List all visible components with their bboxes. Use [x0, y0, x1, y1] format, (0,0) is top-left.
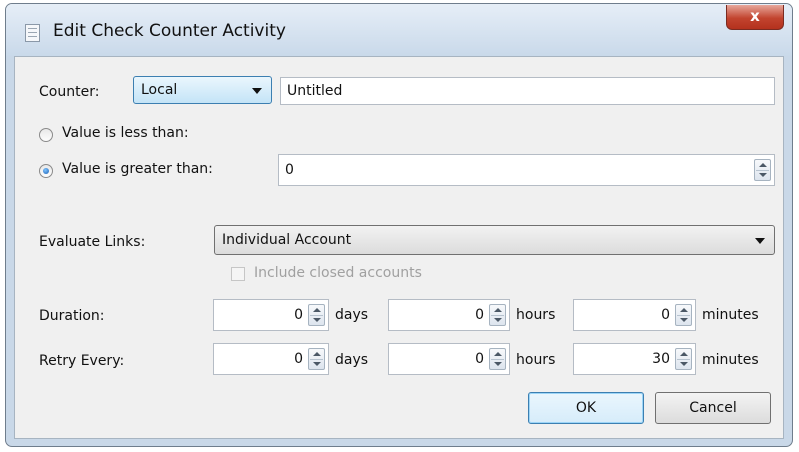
duration-hours-value: 0	[475, 307, 484, 323]
dialog-window: Edit Check Counter Activity x Counter: L…	[5, 3, 793, 447]
chevron-down-icon	[755, 238, 765, 244]
retry-every-label: Retry Every:	[39, 353, 125, 369]
evaluate-links-label: Evaluate Links:	[39, 234, 146, 250]
spinner-icon[interactable]	[308, 348, 325, 370]
include-closed-accounts-checkbox[interactable]	[231, 267, 245, 281]
evaluate-links-dropdown[interactable]: Individual Account	[214, 225, 775, 255]
retry-hours-unit: hours	[516, 352, 556, 368]
ok-button[interactable]: OK	[528, 392, 644, 424]
include-closed-accounts-label: Include closed accounts	[254, 265, 422, 281]
evaluate-links-value: Individual Account	[222, 232, 352, 248]
retry-days-value: 0	[294, 351, 303, 367]
dialog-body: Counter: Local Untitled Value is less th…	[14, 56, 784, 439]
threshold-value: 0	[285, 162, 294, 178]
duration-hours-unit: hours	[516, 307, 556, 323]
title-bar[interactable]: Edit Check Counter Activity x	[6, 4, 792, 56]
duration-minutes-input[interactable]: 0	[573, 299, 696, 331]
close-icon: x	[750, 7, 760, 25]
duration-days-input[interactable]: 0	[213, 299, 329, 331]
retry-days-unit: days	[335, 352, 369, 368]
duration-label: Duration:	[39, 308, 105, 324]
retry-minutes-value: 30	[652, 351, 670, 367]
value-greater-than-radio[interactable]	[39, 164, 53, 178]
duration-minutes-value: 0	[661, 307, 670, 323]
spinner-icon[interactable]	[308, 304, 325, 326]
counter-name-input[interactable]: Untitled	[280, 77, 775, 105]
threshold-value-input[interactable]: 0	[278, 154, 775, 186]
spinner-icon[interactable]	[489, 348, 506, 370]
close-button[interactable]: x	[726, 5, 784, 30]
spinner-icon[interactable]	[675, 348, 692, 370]
counter-label: Counter:	[39, 84, 100, 100]
spinner-icon[interactable]	[675, 304, 692, 326]
cancel-button[interactable]: Cancel	[655, 392, 771, 424]
retry-minutes-input[interactable]: 30	[573, 343, 696, 375]
duration-days-unit: days	[335, 307, 369, 323]
dialog-icon	[25, 24, 40, 42]
retry-hours-value: 0	[475, 351, 484, 367]
dialog-title: Edit Check Counter Activity	[53, 21, 286, 41]
counter-scope-dropdown[interactable]: Local	[133, 76, 272, 104]
value-greater-than-label: Value is greater than:	[62, 161, 213, 177]
retry-hours-input[interactable]: 0	[388, 343, 510, 375]
retry-days-input[interactable]: 0	[213, 343, 329, 375]
duration-hours-input[interactable]: 0	[388, 299, 510, 331]
chevron-down-icon	[252, 88, 262, 94]
counter-scope-value: Local	[141, 82, 178, 98]
retry-minutes-unit: minutes	[702, 352, 759, 368]
spinner-icon[interactable]	[754, 159, 771, 181]
duration-days-value: 0	[294, 307, 303, 323]
value-less-than-label: Value is less than:	[62, 125, 189, 141]
value-less-than-radio[interactable]	[39, 128, 53, 142]
duration-minutes-unit: minutes	[702, 307, 759, 323]
spinner-icon[interactable]	[489, 304, 506, 326]
